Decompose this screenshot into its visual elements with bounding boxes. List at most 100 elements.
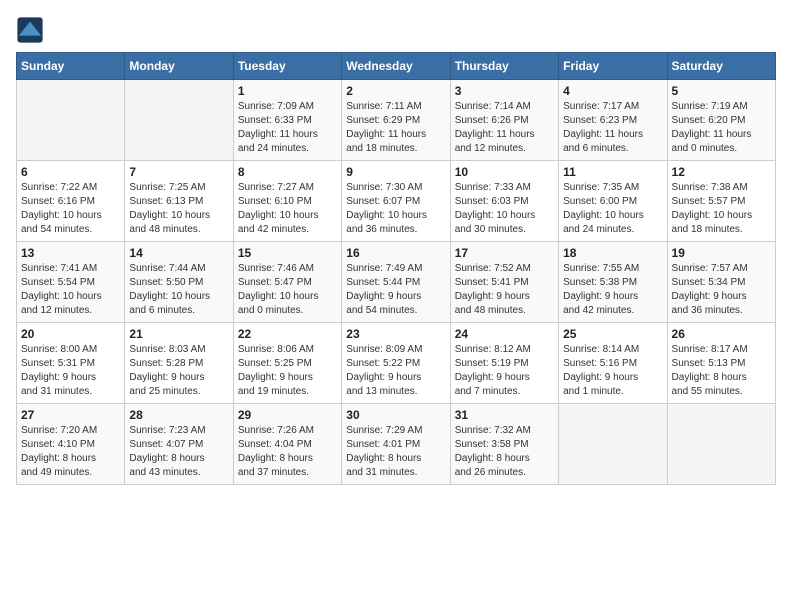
calendar-cell: 1 Sunrise: 7:09 AM Sunset: 6:33 PM Daylig… <box>233 80 341 161</box>
calendar-cell: 22 Sunrise: 8:06 AM Sunset: 5:25 PM Dayli… <box>233 323 341 404</box>
day-number: 25 <box>563 327 662 341</box>
calendar-cell: 28Sunrise: 7:23 AM Sunset: 4:07 PM Dayli… <box>125 404 233 485</box>
day-number: 23 <box>346 327 445 341</box>
day-number: 30 <box>346 408 445 422</box>
calendar-week-row: 6 Sunrise: 7:22 AM Sunset: 6:16 PM Daylig… <box>17 161 776 242</box>
day-detail: Sunrise: 7:41 AM Sunset: 5:54 PM Dayligh… <box>21 262 120 318</box>
day-detail: Sunrise: 7:20 AM Sunset: 4:10 PM Dayligh… <box>21 424 120 480</box>
weekday-header-friday: Friday <box>559 53 667 80</box>
day-number: 16 <box>346 246 445 260</box>
day-detail: Sunrise: 8:00 AM Sunset: 5:31 PM Dayligh… <box>21 343 120 399</box>
day-detail: Sunrise: 7:49 AM Sunset: 5:44 PM Dayligh… <box>346 262 445 318</box>
day-number: 12 <box>672 165 771 179</box>
calendar-cell: 24Sunrise: 8:12 AM Sunset: 5:19 PM Dayli… <box>450 323 558 404</box>
calendar-cell: 4 Sunrise: 7:17 AM Sunset: 6:23 PM Daylig… <box>559 80 667 161</box>
day-detail: Sunrise: 8:09 AM Sunset: 5:22 PM Dayligh… <box>346 343 445 399</box>
calendar-cell: 16 Sunrise: 7:49 AM Sunset: 5:44 PM Dayli… <box>342 242 450 323</box>
day-number: 28 <box>129 408 228 422</box>
day-detail: Sunrise: 7:14 AM Sunset: 6:26 PM Dayligh… <box>455 100 554 156</box>
day-detail: Sunrise: 7:35 AM Sunset: 6:00 PM Dayligh… <box>563 181 662 237</box>
day-number: 13 <box>21 246 120 260</box>
calendar-cell: 27 Sunrise: 7:20 AM Sunset: 4:10 PM Dayli… <box>17 404 125 485</box>
day-number: 4 <box>563 84 662 98</box>
calendar-cell: 17Sunrise: 7:52 AM Sunset: 5:41 PM Dayli… <box>450 242 558 323</box>
day-detail: Sunrise: 7:38 AM Sunset: 5:57 PM Dayligh… <box>672 181 771 237</box>
calendar-cell: 26 Sunrise: 8:17 AM Sunset: 5:13 PM Dayli… <box>667 323 775 404</box>
day-detail: Sunrise: 8:17 AM Sunset: 5:13 PM Dayligh… <box>672 343 771 399</box>
day-detail: Sunrise: 7:30 AM Sunset: 6:07 PM Dayligh… <box>346 181 445 237</box>
day-detail: Sunrise: 7:44 AM Sunset: 5:50 PM Dayligh… <box>129 262 228 318</box>
day-number: 15 <box>238 246 337 260</box>
day-detail: Sunrise: 7:25 AM Sunset: 6:13 PM Dayligh… <box>129 181 228 237</box>
calendar-cell: 25Sunrise: 8:14 AM Sunset: 5:16 PM Dayli… <box>559 323 667 404</box>
day-number: 5 <box>672 84 771 98</box>
day-number: 18 <box>563 246 662 260</box>
day-detail: Sunrise: 7:26 AM Sunset: 4:04 PM Dayligh… <box>238 424 337 480</box>
day-number: 1 <box>238 84 337 98</box>
calendar-cell: 15 Sunrise: 7:46 AM Sunset: 5:47 PM Dayli… <box>233 242 341 323</box>
day-detail: Sunrise: 7:55 AM Sunset: 5:38 PM Dayligh… <box>563 262 662 318</box>
calendar-cell <box>125 80 233 161</box>
calendar-week-row: 27 Sunrise: 7:20 AM Sunset: 4:10 PM Dayli… <box>17 404 776 485</box>
calendar-cell: 3 Sunrise: 7:14 AM Sunset: 6:26 PM Daylig… <box>450 80 558 161</box>
calendar-table: SundayMondayTuesdayWednesdayThursdayFrid… <box>16 52 776 485</box>
day-number: 21 <box>129 327 228 341</box>
day-number: 3 <box>455 84 554 98</box>
day-number: 22 <box>238 327 337 341</box>
day-detail: Sunrise: 7:46 AM Sunset: 5:47 PM Dayligh… <box>238 262 337 318</box>
day-detail: Sunrise: 7:57 AM Sunset: 5:34 PM Dayligh… <box>672 262 771 318</box>
calendar-cell: 9Sunrise: 7:30 AM Sunset: 6:07 PM Daylig… <box>342 161 450 242</box>
calendar-cell <box>559 404 667 485</box>
calendar-cell: 11 Sunrise: 7:35 AM Sunset: 6:00 PM Dayli… <box>559 161 667 242</box>
weekday-header-sunday: Sunday <box>17 53 125 80</box>
day-number: 8 <box>238 165 337 179</box>
weekday-header-monday: Monday <box>125 53 233 80</box>
day-number: 29 <box>238 408 337 422</box>
calendar-cell: 8 Sunrise: 7:27 AM Sunset: 6:10 PM Daylig… <box>233 161 341 242</box>
weekday-header-thursday: Thursday <box>450 53 558 80</box>
calendar-cell: 30 Sunrise: 7:29 AM Sunset: 4:01 PM Dayli… <box>342 404 450 485</box>
calendar-cell: 29 Sunrise: 7:26 AM Sunset: 4:04 PM Dayli… <box>233 404 341 485</box>
weekday-header-wednesday: Wednesday <box>342 53 450 80</box>
day-number: 10 <box>455 165 554 179</box>
calendar-week-row: 13 Sunrise: 7:41 AM Sunset: 5:54 PM Dayli… <box>17 242 776 323</box>
day-number: 14 <box>129 246 228 260</box>
calendar-cell: 7Sunrise: 7:25 AM Sunset: 6:13 PM Daylig… <box>125 161 233 242</box>
calendar-cell <box>17 80 125 161</box>
day-number: 27 <box>21 408 120 422</box>
day-detail: Sunrise: 7:17 AM Sunset: 6:23 PM Dayligh… <box>563 100 662 156</box>
day-number: 20 <box>21 327 120 341</box>
calendar-cell: 10Sunrise: 7:33 AM Sunset: 6:03 PM Dayli… <box>450 161 558 242</box>
day-number: 26 <box>672 327 771 341</box>
day-detail: Sunrise: 8:12 AM Sunset: 5:19 PM Dayligh… <box>455 343 554 399</box>
day-detail: Sunrise: 7:09 AM Sunset: 6:33 PM Dayligh… <box>238 100 337 156</box>
calendar-cell: 23 Sunrise: 8:09 AM Sunset: 5:22 PM Dayli… <box>342 323 450 404</box>
calendar-cell: 31 Sunrise: 7:32 AM Sunset: 3:58 PM Dayli… <box>450 404 558 485</box>
day-number: 6 <box>21 165 120 179</box>
weekday-header-tuesday: Tuesday <box>233 53 341 80</box>
calendar-cell: 2Sunrise: 7:11 AM Sunset: 6:29 PM Daylig… <box>342 80 450 161</box>
calendar-cell: 21 Sunrise: 8:03 AM Sunset: 5:28 PM Dayli… <box>125 323 233 404</box>
page-header <box>16 16 776 44</box>
logo <box>16 16 46 44</box>
day-detail: Sunrise: 7:22 AM Sunset: 6:16 PM Dayligh… <box>21 181 120 237</box>
day-number: 19 <box>672 246 771 260</box>
day-detail: Sunrise: 7:11 AM Sunset: 6:29 PM Dayligh… <box>346 100 445 156</box>
day-detail: Sunrise: 8:06 AM Sunset: 5:25 PM Dayligh… <box>238 343 337 399</box>
day-detail: Sunrise: 8:03 AM Sunset: 5:28 PM Dayligh… <box>129 343 228 399</box>
day-detail: Sunrise: 7:19 AM Sunset: 6:20 PM Dayligh… <box>672 100 771 156</box>
day-detail: Sunrise: 7:52 AM Sunset: 5:41 PM Dayligh… <box>455 262 554 318</box>
calendar-cell: 13 Sunrise: 7:41 AM Sunset: 5:54 PM Dayli… <box>17 242 125 323</box>
day-number: 31 <box>455 408 554 422</box>
logo-icon <box>16 16 44 44</box>
calendar-cell: 12 Sunrise: 7:38 AM Sunset: 5:57 PM Dayli… <box>667 161 775 242</box>
calendar-cell: 20 Sunrise: 8:00 AM Sunset: 5:31 PM Dayli… <box>17 323 125 404</box>
calendar-cell: 6 Sunrise: 7:22 AM Sunset: 6:16 PM Daylig… <box>17 161 125 242</box>
day-detail: Sunrise: 7:29 AM Sunset: 4:01 PM Dayligh… <box>346 424 445 480</box>
day-detail: Sunrise: 7:32 AM Sunset: 3:58 PM Dayligh… <box>455 424 554 480</box>
day-number: 11 <box>563 165 662 179</box>
calendar-cell: 19 Sunrise: 7:57 AM Sunset: 5:34 PM Dayli… <box>667 242 775 323</box>
day-detail: Sunrise: 7:27 AM Sunset: 6:10 PM Dayligh… <box>238 181 337 237</box>
calendar-cell <box>667 404 775 485</box>
calendar-week-row: 20 Sunrise: 8:00 AM Sunset: 5:31 PM Dayli… <box>17 323 776 404</box>
